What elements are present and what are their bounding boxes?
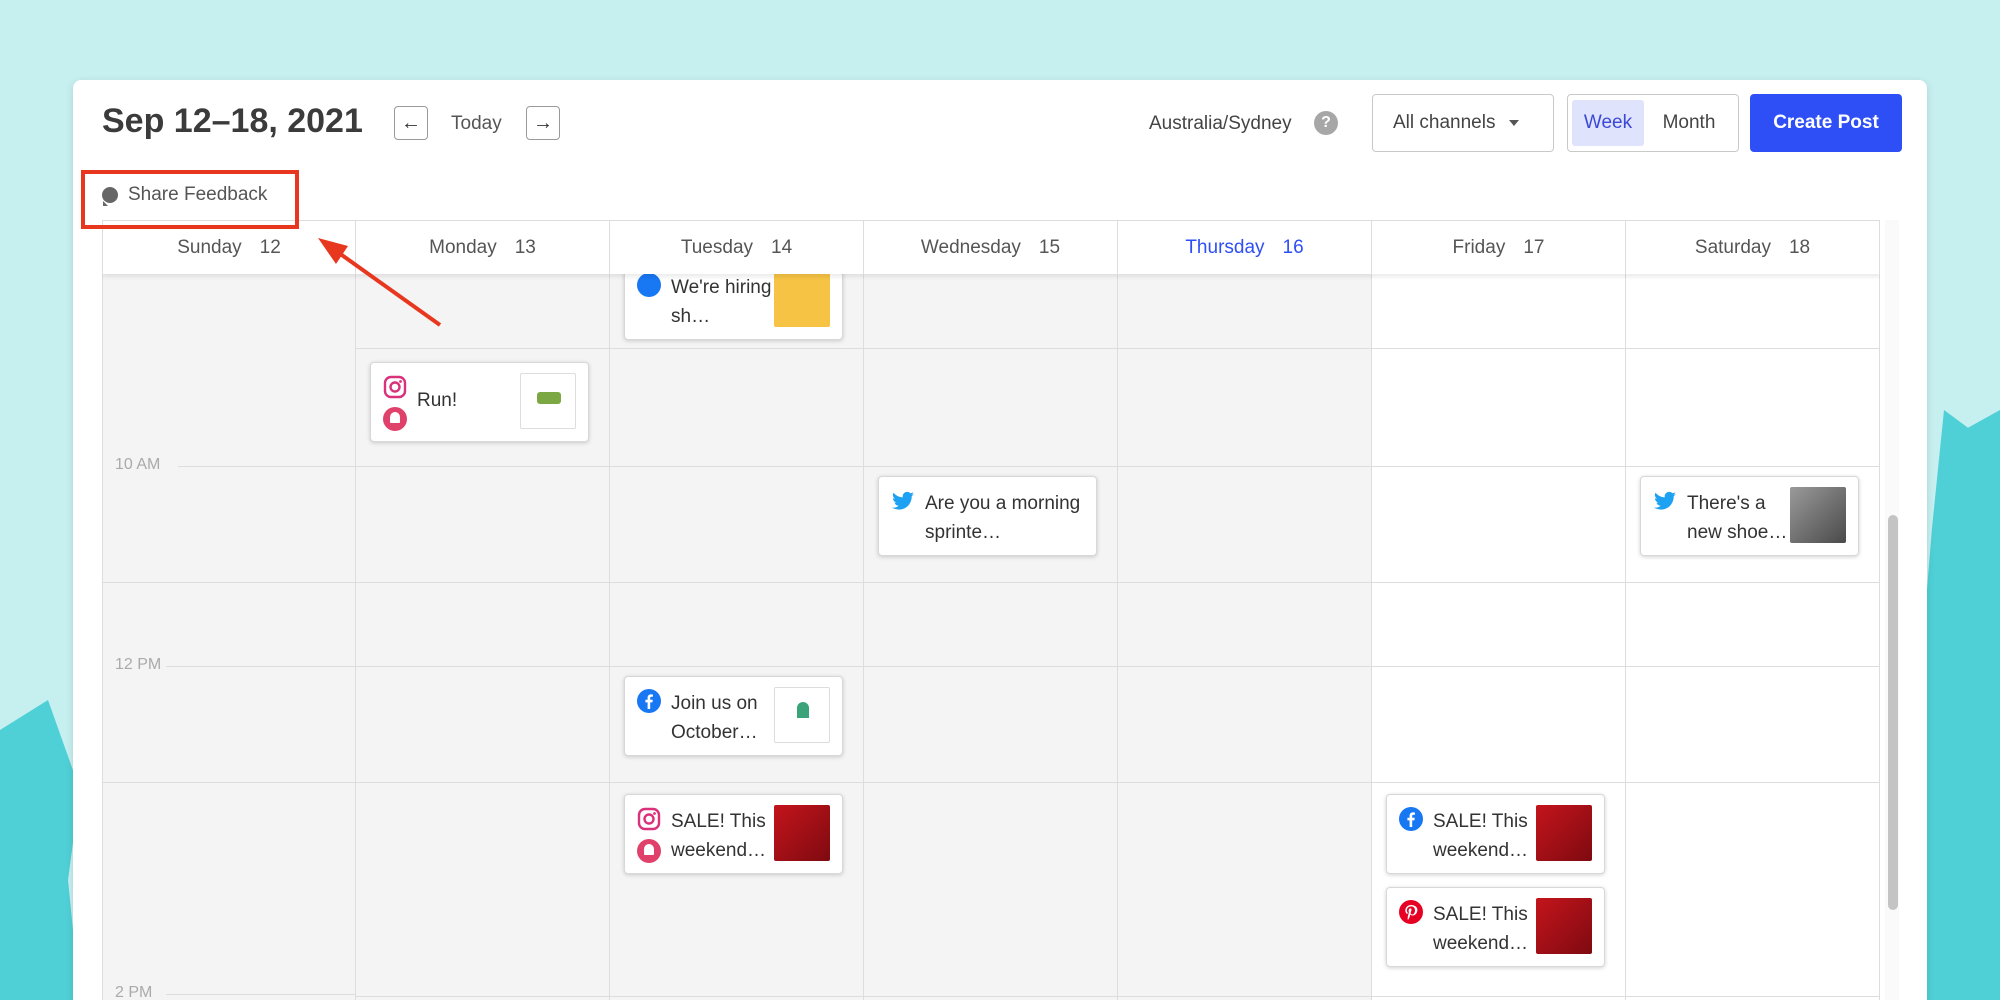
post-thumbnail — [1536, 898, 1592, 954]
post-text: SALE! This weekend… — [671, 811, 767, 861]
post-text: SALE! This weekend… — [1433, 904, 1529, 954]
day-column-sunday[interactable] — [102, 274, 356, 1000]
hour-line — [102, 582, 1880, 583]
page-title: Sep 12–18, 2021 — [102, 102, 363, 140]
post-text: Are you a morning sprinte… — [925, 493, 1081, 543]
week-calendar: Sunday 12 Monday 13 Tuesday 14 Wednesday 15 … — [102, 220, 1880, 1000]
post-card[interactable]: Join us on October… — [624, 676, 843, 756]
reminder-bell-icon — [383, 407, 407, 431]
post-card[interactable]: SALE! This weekend… — [1386, 794, 1605, 874]
post-card[interactable]: Are you a morning sprinte… — [878, 476, 1097, 556]
background-splatter — [1920, 410, 2000, 1000]
instagram-icon — [637, 807, 661, 831]
day-column-thursday[interactable] — [1118, 274, 1372, 1000]
help-icon[interactable]: ? — [1314, 111, 1338, 135]
hour-line — [356, 466, 1880, 467]
channels-dropdown-label: All channels — [1393, 112, 1496, 133]
today-button[interactable]: Today — [451, 113, 502, 135]
twitter-icon — [892, 491, 914, 510]
post-card[interactable]: Run! — [370, 362, 589, 442]
create-post-button[interactable]: Create Post — [1750, 94, 1902, 152]
time-tick — [166, 666, 356, 667]
hour-line — [102, 782, 1880, 783]
day-column-wednesday[interactable] — [864, 274, 1118, 1000]
post-text: There's a new shoe… — [1687, 493, 1788, 543]
hour-line — [356, 666, 1880, 667]
month-view-button[interactable]: Month — [1644, 100, 1734, 146]
post-text: Join us on October… — [671, 693, 758, 743]
day-column-tuesday[interactable] — [610, 274, 864, 1000]
view-toggle: Week Month — [1567, 94, 1739, 152]
pinterest-icon — [1399, 900, 1423, 924]
calendar-scrollbar[interactable] — [1888, 515, 1898, 910]
prev-week-button[interactable]: ← — [394, 106, 428, 140]
background-splatter — [0, 700, 80, 1000]
time-tick — [178, 466, 356, 467]
day-header-sunday: Sunday 12 — [102, 221, 356, 275]
hour-line — [356, 348, 1880, 349]
reminder-bell-icon — [637, 839, 661, 863]
post-text: SALE! This weekend… — [1433, 811, 1529, 861]
time-label: 10 AM — [115, 456, 161, 473]
week-view-button[interactable]: Week — [1572, 100, 1644, 146]
calendar-window: Sep 12–18, 2021 ← Today → Australia/Sydn… — [73, 80, 1927, 1000]
arrow-right-icon: → — [533, 111, 553, 134]
day-header-tuesday: Tuesday 14 — [610, 221, 864, 275]
post-card[interactable]: SALE! This weekend… — [624, 794, 843, 874]
post-thumbnail — [774, 805, 830, 861]
instagram-icon — [383, 375, 407, 399]
hour-line — [356, 996, 1880, 997]
facebook-icon — [637, 689, 661, 713]
time-label: 12 PM — [115, 656, 162, 673]
timezone-label[interactable]: Australia/Sydney — [1149, 113, 1292, 135]
post-thumbnail — [1536, 805, 1592, 861]
day-header-saturday: Saturday 18 — [1626, 221, 1880, 275]
next-week-button[interactable]: → — [526, 106, 560, 140]
day-header-row: Sunday 12 Monday 13 Tuesday 14 Wednesday 15 … — [102, 220, 1880, 275]
caret-down-icon — [1509, 120, 1520, 126]
post-thumbnail — [774, 687, 830, 743]
channels-dropdown[interactable]: All channels — [1372, 94, 1554, 152]
post-card[interactable]: There's a new shoe… — [1640, 476, 1859, 556]
day-header-monday: Monday 13 — [356, 221, 610, 275]
calendar-grid: 10 AM 12 PM 2 PM We're hiring sh… Run! A… — [102, 260, 1880, 1000]
annotation-highlight-box — [81, 170, 299, 229]
day-column-saturday[interactable] — [1626, 274, 1880, 1000]
post-thumbnail — [1790, 487, 1846, 543]
post-thumbnail — [520, 373, 576, 429]
day-header-wednesday: Wednesday 15 — [864, 221, 1118, 275]
arrow-left-icon: ← — [401, 111, 421, 134]
facebook-icon — [1399, 807, 1423, 831]
day-header-thursday: Thursday 16 — [1118, 221, 1372, 275]
day-header-friday: Friday 17 — [1372, 221, 1626, 275]
post-text: Run! — [417, 390, 458, 411]
time-tick — [166, 994, 356, 995]
post-text: We're hiring sh… — [671, 277, 772, 327]
post-thumbnail — [774, 271, 830, 327]
time-label: 2 PM — [115, 984, 153, 1000]
post-card[interactable]: SALE! This weekend… — [1386, 887, 1605, 967]
facebook-icon — [637, 273, 661, 297]
twitter-icon — [1654, 491, 1676, 510]
